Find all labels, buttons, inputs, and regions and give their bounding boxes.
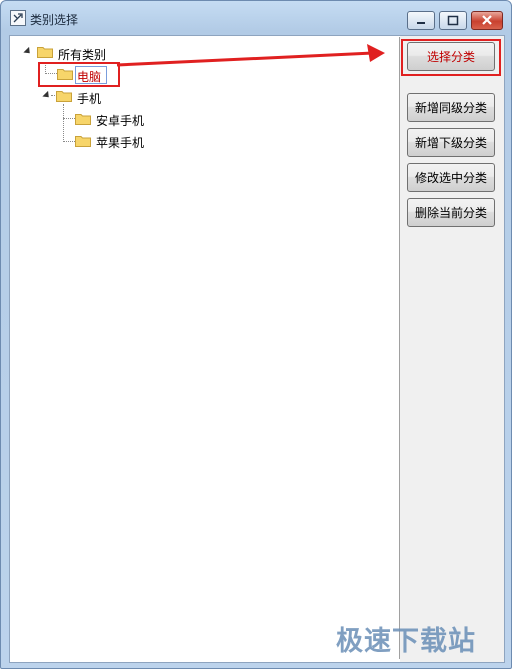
tree-line [63, 141, 75, 142]
tree-line [63, 104, 64, 142]
dialog-window: 类别选择 所有类别 电脑 手机 安卓手机 苹果手机 选择分类 新增同级分类 新增… [0, 0, 512, 669]
folder-icon [75, 114, 91, 125]
edit-selected-category-button[interactable]: 修改选中分类 [407, 163, 495, 192]
delete-current-category-button[interactable]: 删除当前分类 [407, 198, 495, 227]
tree-line [63, 118, 75, 119]
tree-node-android-phone[interactable]: 安卓手机 [96, 112, 144, 129]
watermark: 极速下载站 [336, 626, 476, 657]
folder-icon [75, 136, 91, 147]
category-tree[interactable]: 所有类别 电脑 手机 安卓手机 苹果手机 [11, 37, 400, 659]
client-area: 所有类别 电脑 手机 安卓手机 苹果手机 选择分类 新增同级分类 新增下级分类 … [9, 35, 505, 663]
tree-node-apple-phone[interactable]: 苹果手机 [96, 134, 144, 151]
button-panel: 选择分类 新增同级分类 新增下级分类 修改选中分类 删除当前分类 [400, 36, 504, 662]
annotation-arrow [116, 44, 385, 67]
add-child-category-button[interactable]: 新增下级分类 [407, 128, 495, 157]
